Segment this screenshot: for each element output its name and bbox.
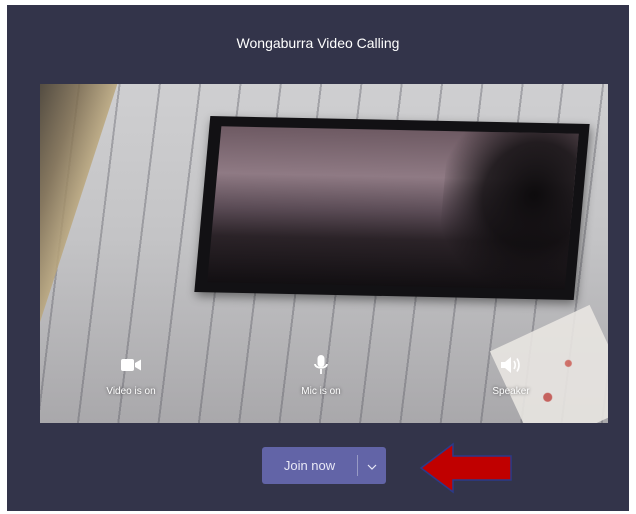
speaker-icon bbox=[456, 354, 566, 376]
mic-toggle[interactable]: Mic is on bbox=[266, 354, 376, 397]
wall-painting bbox=[194, 116, 590, 300]
pre-join-window: Wongaburra Video Calling Video is on Mic… bbox=[7, 5, 629, 511]
red-arrow-icon bbox=[419, 442, 515, 499]
video-toggle[interactable]: Video is on bbox=[76, 354, 186, 397]
microphone-icon bbox=[266, 354, 376, 376]
video-toggle-label: Video is on bbox=[106, 386, 156, 397]
window-title: Wongaburra Video Calling bbox=[236, 35, 400, 51]
camera-preview: Video is on Mic is on Speaker bbox=[40, 84, 608, 423]
join-now-button[interactable]: Join now bbox=[262, 447, 357, 484]
mic-toggle-label: Mic is on bbox=[301, 386, 341, 397]
speaker-toggle-label: Speaker bbox=[492, 386, 530, 397]
join-options-dropdown[interactable] bbox=[358, 447, 386, 484]
video-camera-icon bbox=[76, 354, 186, 376]
speaker-toggle[interactable]: Speaker bbox=[456, 354, 566, 397]
join-now-button-group: Join now bbox=[262, 447, 386, 484]
chevron-down-icon bbox=[367, 457, 377, 475]
